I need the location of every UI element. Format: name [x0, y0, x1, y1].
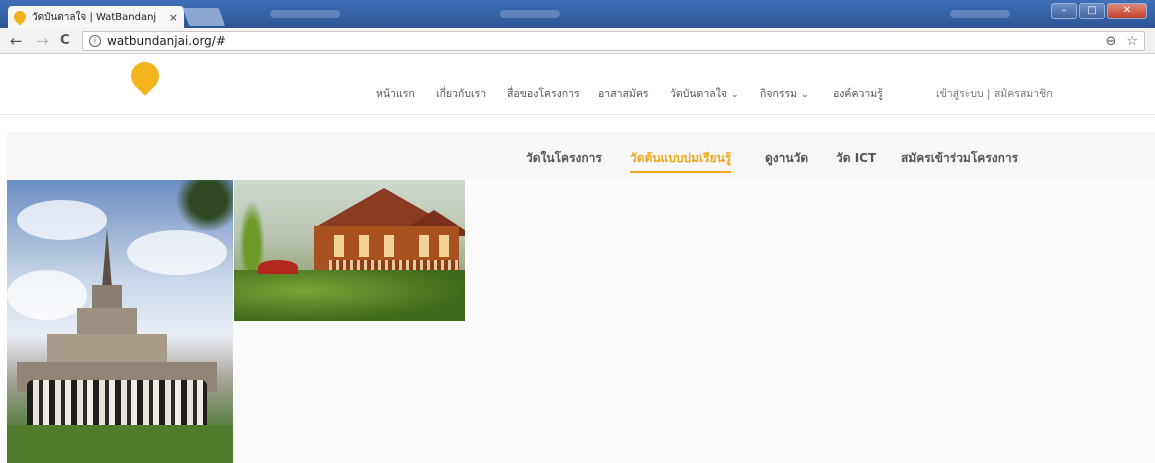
- grass: [7, 425, 233, 463]
- subnav-item-study-visit[interactable]: ดูงานวัด: [765, 149, 808, 168]
- browser-titlebar: วัดบันดาลใจ | WatBandanj × – □ ✕: [0, 0, 1155, 28]
- pagoda-spire: [102, 228, 112, 288]
- tab-close-icon[interactable]: ×: [169, 11, 178, 24]
- info-icon[interactable]: i: [89, 35, 101, 47]
- group-of-people: [27, 380, 207, 428]
- blurred-region: [270, 10, 340, 18]
- forward-icon[interactable]: →: [36, 32, 49, 50]
- tree-foliage: [173, 180, 233, 230]
- nav-item-media[interactable]: สื่อของโครงการ: [507, 85, 580, 102]
- nav-item-about[interactable]: เกี่ยวกับเรา: [436, 85, 486, 102]
- nav-item-activities[interactable]: กิจกรรม ⌄: [760, 85, 809, 102]
- close-window-button[interactable]: ✕: [1107, 3, 1147, 19]
- house-window: [359, 235, 369, 257]
- pagoda-group-photo[interactable]: [7, 180, 233, 463]
- subnav-item-ict[interactable]: วัด ICT: [836, 149, 876, 168]
- url-input[interactable]: i watbundanjai.org/# ⊖ ☆: [82, 31, 1145, 51]
- pagoda-tier: [92, 285, 122, 310]
- address-bar: ← → C i watbundanjai.org/# ⊖ ☆: [0, 28, 1155, 54]
- reload-icon[interactable]: C: [60, 32, 70, 50]
- pagoda-tier: [77, 308, 137, 336]
- chevron-down-icon: ⌄: [731, 90, 739, 100]
- minimize-button[interactable]: –: [1051, 3, 1077, 19]
- house-window: [419, 235, 429, 257]
- house-window: [384, 235, 394, 257]
- thai-house-photo[interactable]: [234, 180, 465, 321]
- window-controls: – □ ✕: [1051, 3, 1147, 19]
- back-icon[interactable]: ←: [10, 32, 23, 50]
- bookmark-star-icon[interactable]: ☆: [1126, 34, 1138, 49]
- login-register-link[interactable]: เข้าสู่ระบบ | สมัครสมาชิก: [936, 85, 1053, 102]
- cloud: [127, 230, 227, 275]
- new-tab-button[interactable]: [182, 8, 226, 26]
- bodhi-leaf-icon: [125, 56, 165, 96]
- favicon-icon: [11, 8, 29, 26]
- zoom-icon[interactable]: ⊖: [1105, 34, 1116, 49]
- blurred-region: [500, 10, 560, 18]
- subnav-item-projects[interactable]: วัดในโครงการ: [526, 149, 602, 168]
- url-text[interactable]: watbundanjai.org/#: [107, 34, 1095, 48]
- cloud: [17, 200, 107, 240]
- house-window: [334, 235, 344, 257]
- chevron-down-icon: ⌄: [801, 90, 809, 100]
- site-header: หน้าแรก เกี่ยวกับเรา สื่อของโครงการ อาสา…: [0, 55, 1155, 115]
- house-window: [439, 235, 449, 257]
- blurred-region: [950, 10, 1010, 18]
- sub-nav: วัดในโครงการ วัดต้นแบบบ่มเรียนรู้ ดูงานว…: [7, 132, 1155, 180]
- red-umbrella: [258, 260, 298, 274]
- maximize-button[interactable]: □: [1079, 3, 1105, 19]
- nav-item-volunteer[interactable]: อาสาสมัคร: [598, 85, 649, 102]
- cloud: [7, 270, 87, 320]
- subnav-item-join[interactable]: สมัครเข้าร่วมโครงการ: [901, 149, 1018, 168]
- nav-item-home[interactable]: หน้าแรก: [376, 85, 415, 102]
- nav-item-temples[interactable]: วัดบันดาลใจ ⌄: [670, 85, 739, 102]
- pagoda-tier: [47, 334, 167, 364]
- subnav-item-model-temples[interactable]: วัดต้นแบบบ่มเรียนรู้: [630, 149, 732, 173]
- nav-item-knowledge[interactable]: องค์ความรู้: [833, 85, 883, 102]
- browser-tab[interactable]: วัดบันดาลใจ | WatBandanj ×: [8, 6, 184, 28]
- site-logo[interactable]: [125, 56, 165, 106]
- tab-title: วัดบันดาลใจ | WatBandanj: [32, 11, 157, 23]
- garden-foliage: [234, 270, 465, 321]
